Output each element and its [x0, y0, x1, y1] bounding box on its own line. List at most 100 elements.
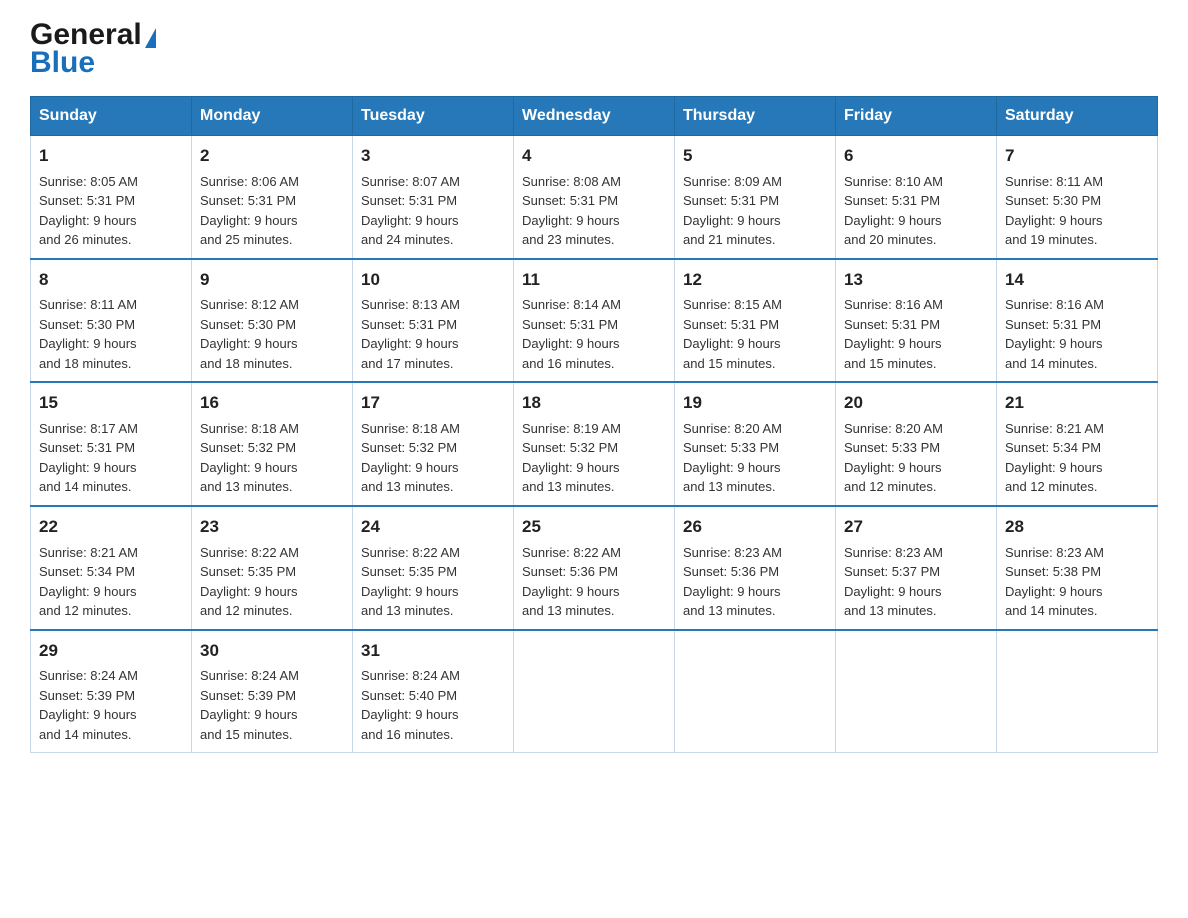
calendar-cell: 15 Sunrise: 8:17 AMSunset: 5:31 PMDayligh… — [31, 382, 192, 506]
logo-triangle-icon — [145, 28, 156, 48]
calendar-cell: 27 Sunrise: 8:23 AMSunset: 5:37 PMDayligh… — [836, 506, 997, 630]
day-number: 2 — [200, 144, 344, 169]
header-day-monday: Monday — [192, 97, 353, 136]
calendar-cell: 5 Sunrise: 8:09 AMSunset: 5:31 PMDaylight… — [675, 136, 836, 259]
logo-blue-text: Blue — [30, 48, 95, 78]
header-day-sunday: Sunday — [31, 97, 192, 136]
day-info: Sunrise: 8:16 AMSunset: 5:31 PMDaylight:… — [1005, 295, 1149, 373]
day-number: 13 — [844, 268, 988, 293]
header-day-thursday: Thursday — [675, 97, 836, 136]
day-number: 27 — [844, 515, 988, 540]
day-info: Sunrise: 8:20 AMSunset: 5:33 PMDaylight:… — [844, 419, 988, 497]
calendar-cell — [675, 630, 836, 753]
calendar-cell — [997, 630, 1158, 753]
header-day-wednesday: Wednesday — [514, 97, 675, 136]
calendar-cell: 19Sunrise: 8:20 AMSunset: 5:33 PMDayligh… — [675, 382, 836, 506]
calendar-cell: 6 Sunrise: 8:10 AMSunset: 5:31 PMDaylight… — [836, 136, 997, 259]
calendar-cell: 26 Sunrise: 8:23 AMSunset: 5:36 PMDayligh… — [675, 506, 836, 630]
page-header: General Blue — [30, 20, 1158, 78]
calendar-cell: 10Sunrise: 8:13 AMSunset: 5:31 PMDayligh… — [353, 259, 514, 383]
calendar-cell: 7Sunrise: 8:11 AMSunset: 5:30 PMDaylight… — [997, 136, 1158, 259]
day-number: 3 — [361, 144, 505, 169]
day-info: Sunrise: 8:17 AMSunset: 5:31 PMDaylight:… — [39, 419, 183, 497]
day-info: Sunrise: 8:22 AMSunset: 5:35 PMDaylight:… — [361, 543, 505, 621]
day-info: Sunrise: 8:06 AMSunset: 5:31 PMDaylight:… — [200, 172, 344, 250]
day-info: Sunrise: 8:05 AMSunset: 5:31 PMDaylight:… — [39, 172, 183, 250]
calendar-cell: 1 Sunrise: 8:05 AMSunset: 5:31 PMDaylight… — [31, 136, 192, 259]
day-number: 4 — [522, 144, 666, 169]
day-number: 24 — [361, 515, 505, 540]
calendar-table: SundayMondayTuesdayWednesdayThursdayFrid… — [30, 96, 1158, 753]
day-info: Sunrise: 8:24 AMSunset: 5:39 PMDaylight:… — [200, 666, 344, 744]
header-day-tuesday: Tuesday — [353, 97, 514, 136]
day-info: Sunrise: 8:07 AMSunset: 5:31 PMDaylight:… — [361, 172, 505, 250]
day-info: Sunrise: 8:20 AMSunset: 5:33 PMDaylight:… — [683, 419, 827, 497]
day-info: Sunrise: 8:08 AMSunset: 5:31 PMDaylight:… — [522, 172, 666, 250]
day-number: 28 — [1005, 515, 1149, 540]
calendar-cell: 16 Sunrise: 8:18 AMSunset: 5:32 PMDayligh… — [192, 382, 353, 506]
calendar-cell: 31Sunrise: 8:24 AMSunset: 5:40 PMDayligh… — [353, 630, 514, 753]
calendar-cell: 30Sunrise: 8:24 AMSunset: 5:39 PMDayligh… — [192, 630, 353, 753]
calendar-cell: 29Sunrise: 8:24 AMSunset: 5:39 PMDayligh… — [31, 630, 192, 753]
calendar-week-row: 15 Sunrise: 8:17 AMSunset: 5:31 PMDayligh… — [31, 382, 1158, 506]
day-info: Sunrise: 8:22 AMSunset: 5:36 PMDaylight:… — [522, 543, 666, 621]
header-row: SundayMondayTuesdayWednesdayThursdayFrid… — [31, 97, 1158, 136]
day-info: Sunrise: 8:12 AMSunset: 5:30 PMDaylight:… — [200, 295, 344, 373]
logo: General Blue — [30, 20, 156, 78]
calendar-cell: 13Sunrise: 8:16 AMSunset: 5:31 PMDayligh… — [836, 259, 997, 383]
day-number: 31 — [361, 639, 505, 664]
calendar-cell: 22 Sunrise: 8:21 AMSunset: 5:34 PMDayligh… — [31, 506, 192, 630]
calendar-cell: 12Sunrise: 8:15 AMSunset: 5:31 PMDayligh… — [675, 259, 836, 383]
calendar-cell: 25 Sunrise: 8:22 AMSunset: 5:36 PMDayligh… — [514, 506, 675, 630]
day-info: Sunrise: 8:21 AMSunset: 5:34 PMDaylight:… — [1005, 419, 1149, 497]
day-info: Sunrise: 8:24 AMSunset: 5:40 PMDaylight:… — [361, 666, 505, 744]
day-number: 5 — [683, 144, 827, 169]
day-number: 10 — [361, 268, 505, 293]
calendar-cell: 11Sunrise: 8:14 AMSunset: 5:31 PMDayligh… — [514, 259, 675, 383]
calendar-week-row: 8Sunrise: 8:11 AMSunset: 5:30 PMDaylight… — [31, 259, 1158, 383]
day-number: 22 — [39, 515, 183, 540]
day-info: Sunrise: 8:22 AMSunset: 5:35 PMDaylight:… — [200, 543, 344, 621]
calendar-week-row: 22 Sunrise: 8:21 AMSunset: 5:34 PMDayligh… — [31, 506, 1158, 630]
day-number: 26 — [683, 515, 827, 540]
day-number: 21 — [1005, 391, 1149, 416]
day-info: Sunrise: 8:10 AMSunset: 5:31 PMDaylight:… — [844, 172, 988, 250]
calendar-cell: 28 Sunrise: 8:23 AMSunset: 5:38 PMDayligh… — [997, 506, 1158, 630]
calendar-cell: 17Sunrise: 8:18 AMSunset: 5:32 PMDayligh… — [353, 382, 514, 506]
day-number: 15 — [39, 391, 183, 416]
day-number: 11 — [522, 268, 666, 293]
day-number: 25 — [522, 515, 666, 540]
day-info: Sunrise: 8:23 AMSunset: 5:37 PMDaylight:… — [844, 543, 988, 621]
day-info: Sunrise: 8:24 AMSunset: 5:39 PMDaylight:… — [39, 666, 183, 744]
day-info: Sunrise: 8:18 AMSunset: 5:32 PMDaylight:… — [200, 419, 344, 497]
header-day-friday: Friday — [836, 97, 997, 136]
day-number: 12 — [683, 268, 827, 293]
day-number: 23 — [200, 515, 344, 540]
day-info: Sunrise: 8:14 AMSunset: 5:31 PMDaylight:… — [522, 295, 666, 373]
calendar-cell: 4 Sunrise: 8:08 AMSunset: 5:31 PMDaylight… — [514, 136, 675, 259]
calendar-cell: 24 Sunrise: 8:22 AMSunset: 5:35 PMDayligh… — [353, 506, 514, 630]
calendar-cell: 21 Sunrise: 8:21 AMSunset: 5:34 PMDayligh… — [997, 382, 1158, 506]
day-info: Sunrise: 8:09 AMSunset: 5:31 PMDaylight:… — [683, 172, 827, 250]
calendar-cell: 8Sunrise: 8:11 AMSunset: 5:30 PMDaylight… — [31, 259, 192, 383]
day-number: 16 — [200, 391, 344, 416]
day-number: 9 — [200, 268, 344, 293]
day-number: 18 — [522, 391, 666, 416]
day-info: Sunrise: 8:18 AMSunset: 5:32 PMDaylight:… — [361, 419, 505, 497]
day-info: Sunrise: 8:19 AMSunset: 5:32 PMDaylight:… — [522, 419, 666, 497]
day-number: 29 — [39, 639, 183, 664]
day-info: Sunrise: 8:23 AMSunset: 5:38 PMDaylight:… — [1005, 543, 1149, 621]
calendar-cell: 18 Sunrise: 8:19 AMSunset: 5:32 PMDayligh… — [514, 382, 675, 506]
calendar-body: 1 Sunrise: 8:05 AMSunset: 5:31 PMDaylight… — [31, 136, 1158, 753]
day-number: 6 — [844, 144, 988, 169]
day-number: 1 — [39, 144, 183, 169]
day-info: Sunrise: 8:11 AMSunset: 5:30 PMDaylight:… — [39, 295, 183, 373]
day-number: 30 — [200, 639, 344, 664]
calendar-cell — [514, 630, 675, 753]
day-info: Sunrise: 8:23 AMSunset: 5:36 PMDaylight:… — [683, 543, 827, 621]
day-number: 8 — [39, 268, 183, 293]
calendar-cell: 9Sunrise: 8:12 AMSunset: 5:30 PMDaylight… — [192, 259, 353, 383]
day-number: 7 — [1005, 144, 1149, 169]
calendar-cell: 3 Sunrise: 8:07 AMSunset: 5:31 PMDaylight… — [353, 136, 514, 259]
day-info: Sunrise: 8:21 AMSunset: 5:34 PMDaylight:… — [39, 543, 183, 621]
